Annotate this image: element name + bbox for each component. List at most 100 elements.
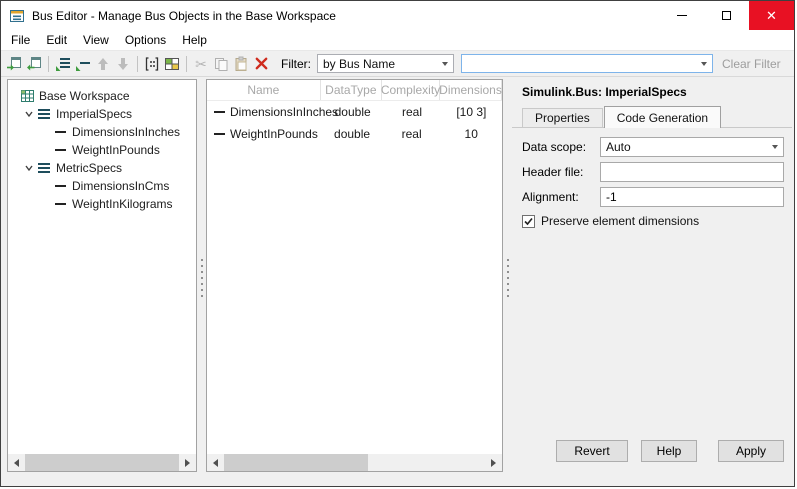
scrollbar-thumb[interactable] [224, 454, 368, 471]
scrollbar-track[interactable] [25, 454, 179, 471]
scrollbar-thumb[interactable] [25, 454, 179, 471]
cell-dimensions[interactable]: [10 3] [441, 105, 502, 119]
data-scope-select[interactable]: Auto [600, 137, 784, 157]
cut-icon[interactable]: ✂ [191, 53, 211, 74]
apply-button[interactable]: Apply [718, 440, 784, 462]
element-icon [214, 107, 226, 117]
alignment-field[interactable] [600, 187, 784, 207]
alignment-row: Alignment: [522, 187, 784, 207]
header-file-field[interactable] [600, 162, 784, 182]
column-header-dimensions: Dimensions [439, 80, 502, 100]
toolbar-separator [186, 55, 187, 72]
tree-item-label: MetricSpecs [56, 161, 123, 175]
chevron-down-icon[interactable] [21, 109, 37, 119]
cell-complexity[interactable]: real [383, 127, 441, 141]
toolbar-separator [48, 55, 49, 72]
triangle-left-icon [213, 458, 218, 467]
tree-item-label: Base Workspace [39, 89, 130, 103]
maximize-button[interactable] [704, 1, 749, 30]
copy-icon[interactable] [211, 53, 231, 74]
app-icon [9, 8, 25, 24]
menu-edit[interactable]: Edit [38, 31, 75, 49]
table-row-dimensionsininches[interactable]: DimensionsInInches double real [10 3] [207, 101, 502, 123]
maximize-icon [722, 11, 731, 20]
cell-complexity[interactable]: real [383, 105, 440, 119]
preserve-element-dimensions-checkbox[interactable] [522, 214, 535, 228]
scroll-right-arrow[interactable] [485, 454, 502, 471]
import-icon[interactable] [4, 53, 24, 74]
move-down-icon[interactable] [113, 53, 133, 74]
triangle-right-icon [185, 458, 190, 467]
tree-item-dimensionsininches[interactable]: DimensionsInInches [8, 123, 196, 141]
triangle-left-icon [14, 458, 19, 467]
table-header: Name DataType Complexity Dimensions [207, 80, 502, 101]
minimize-button[interactable] [659, 1, 704, 30]
menu-help[interactable]: Help [174, 31, 215, 49]
filter-combobox[interactable] [461, 54, 713, 73]
cell-dimensions[interactable]: 10 [440, 127, 502, 141]
revert-button[interactable]: Revert [556, 440, 628, 462]
tree-item-imperialspecs[interactable]: ImperialSpecs [8, 105, 196, 123]
splitter-dots-icon [507, 259, 509, 301]
bus-hierarchy-panel: Base Workspace ImperialSpecs DimensionsI… [7, 79, 197, 472]
alignment-input[interactable] [606, 189, 778, 205]
add-element-icon[interactable] [73, 53, 93, 74]
clear-filter-button[interactable]: Clear Filter [722, 57, 781, 71]
menu-view[interactable]: View [75, 31, 117, 49]
bus-elements-panel: Name DataType Complexity Dimensions Dime… [206, 79, 503, 472]
help-button[interactable]: Help [641, 440, 697, 462]
scrollbar-track[interactable] [224, 454, 485, 471]
table-horizontal-scrollbar[interactable] [207, 454, 502, 471]
preserve-element-dimensions-row: Preserve element dimensions [522, 214, 784, 228]
tab-code-generation[interactable]: Code Generation [603, 106, 722, 128]
cell-name[interactable]: WeightInPounds [207, 127, 321, 141]
data-scope-value: Auto [606, 140, 631, 154]
cell-datatype[interactable]: double [321, 127, 383, 141]
delete-icon[interactable] [251, 53, 271, 74]
menu-file[interactable]: File [3, 31, 38, 49]
grid-view-icon[interactable] [162, 53, 182, 74]
tree-item-weightinpounds[interactable]: WeightInPounds [8, 141, 196, 159]
menubar: File Edit View Options Help [1, 30, 794, 50]
splitter-dots-icon [201, 259, 203, 301]
cell-datatype[interactable]: double [322, 105, 383, 119]
tree-item-weightinkilograms[interactable]: WeightInKilograms [8, 195, 196, 213]
matrix-view-icon[interactable] [142, 53, 162, 74]
scissors-glyph: ✂ [195, 55, 207, 72]
details-buttons: Revert Help Apply [556, 440, 784, 462]
splitter-handle[interactable] [197, 79, 206, 472]
export-icon[interactable] [24, 53, 44, 74]
scroll-right-arrow[interactable] [179, 454, 196, 471]
tree-horizontal-scrollbar[interactable] [8, 454, 196, 471]
tree-item-dimensionsincms[interactable]: DimensionsInCms [8, 177, 196, 195]
column-header-datatype: DataType [321, 80, 382, 100]
details-tabs: Properties Code Generation [512, 106, 792, 128]
tree-item-base-workspace[interactable]: Base Workspace [8, 87, 196, 105]
close-button[interactable]: ✕ [749, 1, 794, 30]
chevron-down-icon[interactable] [21, 163, 37, 173]
splitter-handle[interactable] [503, 79, 512, 472]
data-scope-label: Data scope: [522, 140, 587, 154]
alignment-label: Alignment: [522, 190, 579, 204]
add-bus-icon[interactable] [53, 53, 73, 74]
header-file-input[interactable] [606, 164, 778, 180]
menu-options[interactable]: Options [117, 31, 174, 49]
tab-properties[interactable]: Properties [522, 108, 603, 127]
tree-item-label: WeightInKilograms [72, 197, 173, 211]
scroll-left-arrow[interactable] [8, 454, 25, 471]
tree-item-metricspecs[interactable]: MetricSpecs [8, 159, 196, 177]
move-up-icon[interactable] [93, 53, 113, 74]
cell-name[interactable]: DimensionsInInches [207, 105, 338, 119]
tree-item-label: WeightInPounds [72, 143, 160, 157]
filter-type-select[interactable]: by Bus Name [317, 54, 454, 73]
bus-tree: Base Workspace ImperialSpecs DimensionsI… [8, 80, 196, 213]
titlebar: Bus Editor - Manage Bus Objects in the B… [1, 1, 794, 30]
cell-name-text: WeightInPounds [230, 127, 318, 141]
paste-icon[interactable] [231, 53, 251, 74]
scroll-left-arrow[interactable] [207, 454, 224, 471]
chevron-down-icon [701, 61, 707, 66]
chevron-down-icon [442, 61, 448, 66]
data-scope-row: Data scope: Auto [522, 137, 784, 157]
filter-input[interactable] [462, 56, 701, 71]
table-row-weightinpounds[interactable]: WeightInPounds double real 10 [207, 123, 502, 145]
